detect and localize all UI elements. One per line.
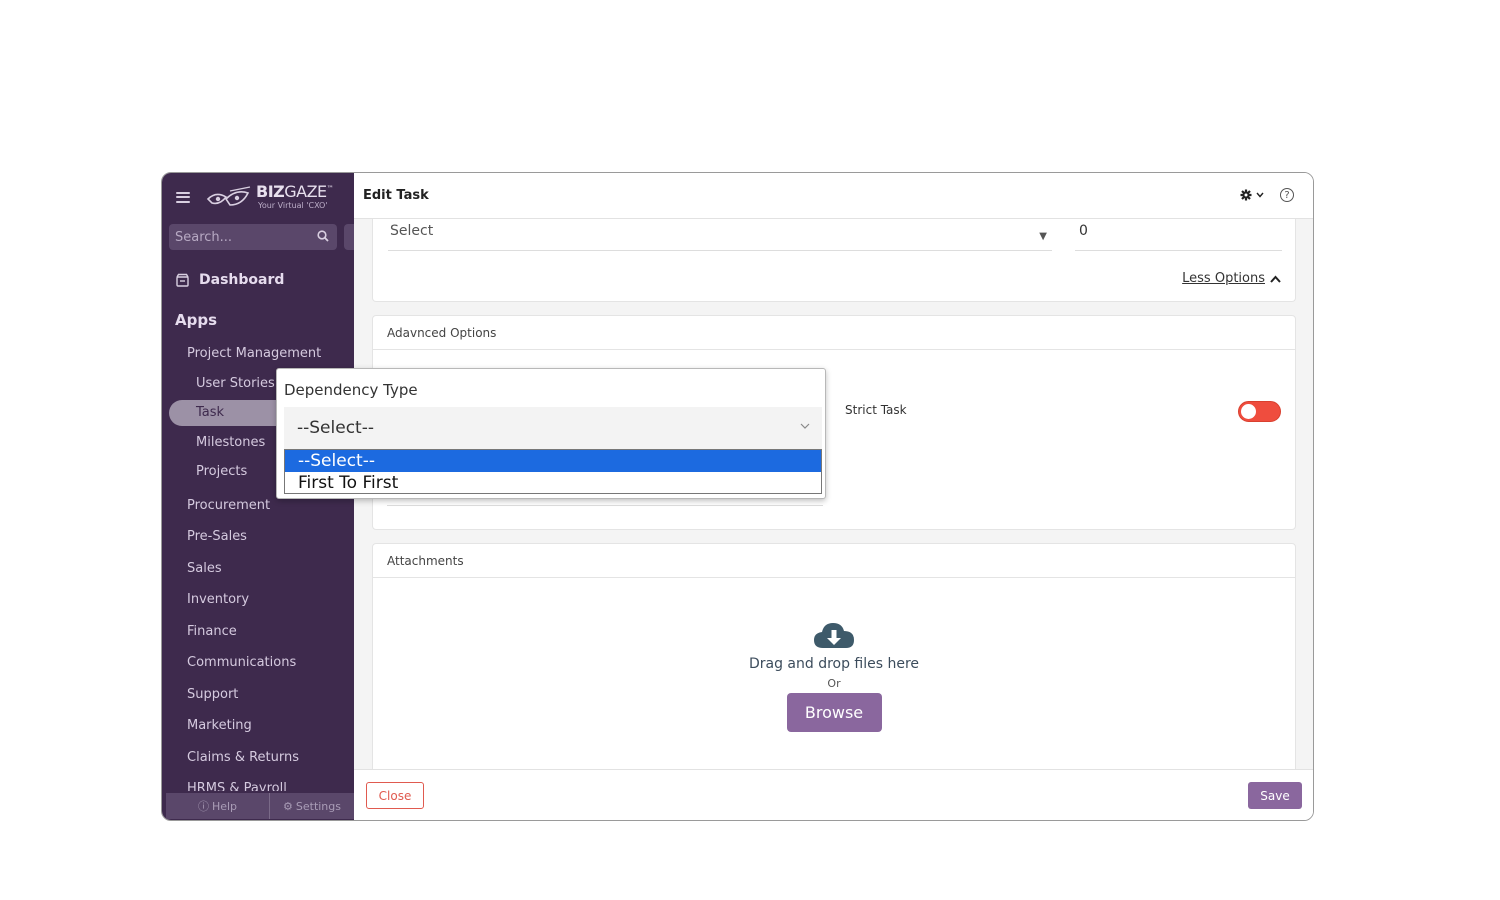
sidebar-item-milestones[interactable]: Milestones <box>196 435 265 450</box>
chevron-up-icon <box>1270 275 1281 283</box>
sidebar-item-marketing[interactable]: Marketing <box>187 718 252 733</box>
chevron-down-icon <box>800 423 810 429</box>
topbar: Edit Task ? <box>354 173 1313 219</box>
settings-gear-icon: ⚙ <box>283 799 293 813</box>
attachments-card: Attachments Drag and drop files here Or … <box>372 543 1296 783</box>
logo-mark-icon <box>206 186 251 206</box>
settings-label: Settings <box>295 799 341 813</box>
logo-title-light: GAZE <box>284 182 327 201</box>
dependency-option-select[interactable]: --Select-- <box>285 450 821 472</box>
dependency-options-list: --Select-- First To First <box>284 449 822 494</box>
dashboard-label: Dashboard <box>199 272 285 288</box>
select-dropdown[interactable]: Select ▼ <box>388 223 1052 251</box>
select-value: Select <box>390 223 434 239</box>
dependency-type-popup: Dependency Type --Select-- --Select-- Fi… <box>276 368 826 499</box>
sidebar-search-input[interactable]: Search... <box>169 224 337 250</box>
dependency-type-label: Dependency Type <box>284 381 418 399</box>
less-options-link[interactable]: Less Options <box>1182 271 1281 286</box>
or-text: Or <box>827 677 841 690</box>
sidebar-header: BIZGAZE™ Your Virtual 'CXO' <box>162 173 354 221</box>
sidebar-item-procurement[interactable]: Procurement <box>187 498 270 513</box>
attachments-header: Attachments <box>373 544 1295 578</box>
settings-button[interactable]: ⚙ Settings <box>270 793 354 819</box>
sidebar-item-projects[interactable]: Projects <box>196 464 247 479</box>
apps-heading: Apps <box>175 311 218 329</box>
toggle-knob <box>1241 404 1256 419</box>
page-title: Edit Task <box>363 188 429 203</box>
browse-button[interactable]: Browse <box>786 693 882 732</box>
drag-drop-text: Drag and drop files here <box>748 656 920 672</box>
sidebar-item-hrms-payroll[interactable]: HRMS & Payroll <box>187 781 287 791</box>
search-placeholder: Search... <box>175 229 233 245</box>
logo-tm: ™ <box>326 184 334 193</box>
caret-down-icon: ▼ <box>1039 231 1047 242</box>
modal-footer: Close Save <box>354 769 1313 820</box>
sidebar-item-user-stories[interactable]: User Stories <box>196 376 275 391</box>
cloud-download-icon <box>814 623 854 648</box>
dropzone[interactable]: Drag and drop files here Or Browse <box>373 578 1295 784</box>
strict-task-toggle[interactable] <box>1238 401 1281 422</box>
logo-subtitle: Your Virtual 'CXO' <box>258 201 328 210</box>
less-options-label: Less Options <box>1182 271 1265 286</box>
help-icon[interactable]: ? <box>1280 188 1294 202</box>
save-button[interactable]: Save <box>1248 782 1302 809</box>
strict-task-label: Strict Task <box>845 403 907 417</box>
dependency-option-first-to-first[interactable]: First To First <box>285 472 821 494</box>
advanced-options-header: Adavnced Options <box>373 316 1295 350</box>
sidebar-item-support[interactable]: Support <box>187 687 238 702</box>
logo-title-bold: BIZ <box>256 182 285 201</box>
sidebar-item-inventory[interactable]: Inventory <box>187 592 249 607</box>
number-input[interactable]: 0 <box>1075 223 1282 251</box>
search-icon[interactable] <box>317 230 329 242</box>
sidebar-footer: ⓘ Help ⚙ Settings <box>166 793 354 819</box>
sidebar-item-pre-sales[interactable]: Pre-Sales <box>187 529 247 544</box>
chevron-down-icon <box>1256 192 1264 198</box>
dependency-type-select[interactable]: --Select-- <box>284 407 822 449</box>
sidebar-item-dashboard[interactable]: Dashboard <box>175 272 284 288</box>
gear-icon <box>1240 189 1252 201</box>
sidebar-item-claims-returns[interactable]: Claims & Returns <box>187 750 299 765</box>
sidebar-item-sales[interactable]: Sales <box>187 561 222 576</box>
help-circle-icon: ⓘ <box>197 800 209 813</box>
dependency-selected-value: --Select-- <box>297 418 374 438</box>
sidebar-item-communications[interactable]: Communications <box>187 655 296 670</box>
settings-dropdown[interactable] <box>1240 189 1264 201</box>
help-button[interactable]: ⓘ Help <box>166 793 270 819</box>
help-label: Help <box>211 799 238 813</box>
bizgaze-logo[interactable]: BIZGAZE™ Your Virtual 'CXO' <box>206 182 334 210</box>
close-button[interactable]: Close <box>366 782 424 809</box>
options-card: Select ▼ 0 Less Options <box>372 219 1296 302</box>
sidebar-item-project-management[interactable]: Project Management <box>187 346 321 361</box>
sidebar-item-finance[interactable]: Finance <box>187 624 237 639</box>
hamburger-menu-icon[interactable] <box>176 191 190 203</box>
sidebar-item-task[interactable]: Task <box>196 405 224 420</box>
dashboard-icon <box>176 273 189 287</box>
